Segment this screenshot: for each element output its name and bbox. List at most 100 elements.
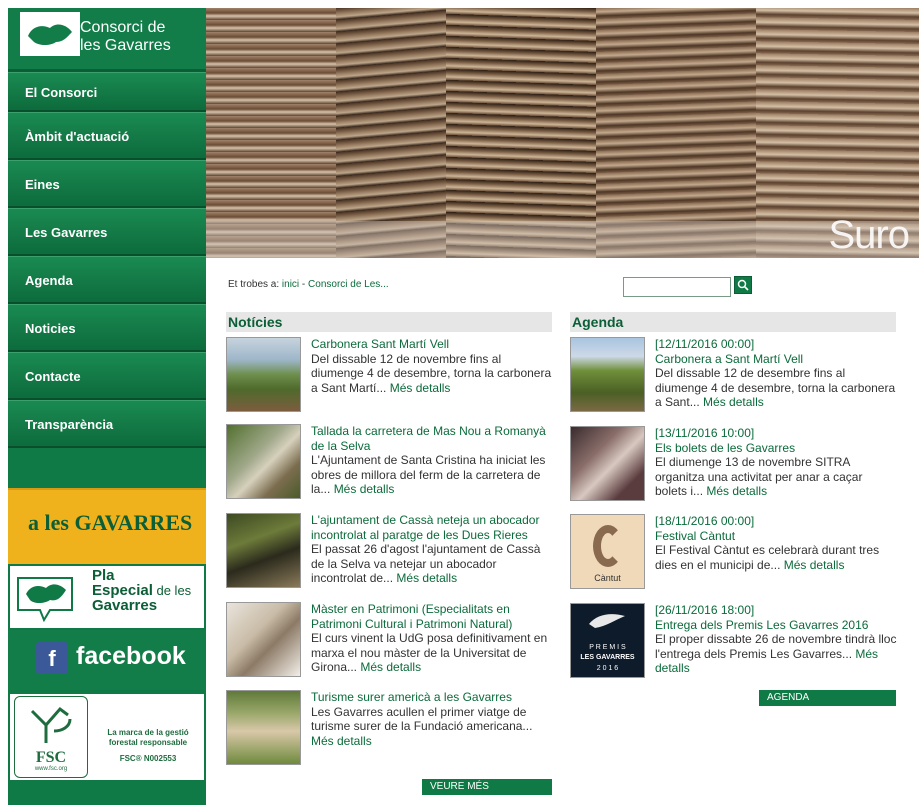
fsc-code: FSC® N002553 [119,754,177,763]
breadcrumb-separator: - [299,279,309,290]
nav-eines[interactable]: Eines [8,160,206,208]
banner-a-les-gavarres[interactable]: a les GAVARRES [8,488,206,564]
news-more-link[interactable]: Més detalls [311,734,372,748]
news-title[interactable]: Màster en Patrimoni (Especialitats en Pa… [311,602,553,631]
news-item: Turisme surer americà a les Gavarres Les… [226,690,552,770]
agenda-more-link[interactable]: Més detalls [784,558,845,572]
search-input[interactable] [623,277,731,297]
more-news-button[interactable]: VEURE MÉS NOTÍCIES → [422,779,552,805]
news-thumbnail[interactable] [226,424,301,499]
pla-line2: Especial de les [92,583,191,598]
news-title[interactable]: Tallada la carretera de Mas Nou a Romany… [311,424,553,453]
arrow-right-icon: → [842,708,853,719]
news-text: Carbonera Sant Martí Vell Del dissable 1… [311,337,553,395]
agenda-text: [13/11/2016 10:00] Els bolets de les Gav… [655,426,897,499]
fsc-text: FSC [35,749,67,766]
facebook-label: facebook [76,642,186,670]
agenda-date: [12/11/2016 00:00] [655,337,755,351]
hero-image: Suro [206,8,919,258]
news-text: Màster en Patrimoni (Especialitats en Pa… [311,602,553,675]
news-text: Tallada la carretera de Mas Nou a Romany… [311,424,553,497]
news-text: L'ajuntament de Cassà neteja un abocador… [311,513,553,586]
nav-contacte[interactable]: Contacte [8,352,206,400]
facebook-icon: f [36,642,68,674]
banner-facebook[interactable]: f facebook [8,630,206,690]
agenda-date: [26/11/2016 18:00] [655,603,755,617]
nav-les-gavarres[interactable]: Les Gavarres [8,208,206,256]
hero-strip [206,221,919,258]
news-thumbnail[interactable] [226,513,301,588]
agenda-thumbnail[interactable]: Càntut [570,514,645,589]
agenda-thumbnail[interactable] [570,426,645,501]
premis-line3: 2 0 1 6 [596,665,619,672]
news-body: Les Gavarres acullen el primer viatge de… [311,704,533,734]
pla-line2b: de les [152,583,192,598]
agenda-title[interactable]: Festival Càntut [655,529,897,544]
nav-el-consorci[interactable]: El Consorci [8,72,206,112]
nav-agenda[interactable]: Agenda [8,256,206,304]
breadcrumb-current[interactable]: Consorci de Les... [308,279,389,290]
news-more-link[interactable]: Més detalls [334,482,395,496]
agenda-title[interactable]: Els bolets de les Gavarres [655,441,897,456]
nav-noticies[interactable]: Noticies [8,304,206,352]
banner-fsc[interactable]: FSC www.fsc.org La marca de la gestió fo… [8,690,206,782]
premis-line2: LES GAVARRES [580,654,635,661]
agenda-text: [12/11/2016 00:00] Carbonera a Sant Mart… [655,337,897,410]
hero-label: Suro [828,213,910,257]
agenda-item: [13/11/2016 10:00] Els bolets de les Gav… [570,426,896,506]
breadcrumb: Et trobes a: inici - Consorci de Les... [228,279,389,290]
site-title: Consorci de les Gavarres [80,19,171,55]
banner-pla-especial[interactable]: Pla Especial de les Gavarres [8,564,206,630]
cantut-c-mark [593,525,623,567]
pla-line1: Pla [92,567,115,584]
fsc-logo: FSC www.fsc.org [14,696,88,778]
fsc-url: www.fsc.org [34,766,68,772]
nav-transparencia[interactable]: Transparència [8,400,206,448]
agenda-heading: Agenda [570,312,896,332]
agenda-item: P R E M I S LES GAVARRES 2 0 1 6 [26/11/… [570,603,896,683]
agenda-text: [18/11/2016 00:00] Festival Càntut El Fe… [655,514,897,572]
agenda-body: Del dissable 12 de desembre fins al dium… [655,366,896,409]
agenda-thumbnail[interactable] [570,337,645,412]
breadcrumb-home[interactable]: inici [282,279,299,290]
fsc-tree-icon [30,706,72,743]
news-thumbnail[interactable] [226,690,301,765]
news-title[interactable]: Turisme surer americà a les Gavarres [311,690,553,705]
search-icon [737,279,749,291]
agenda-more-link[interactable]: Més detalls [706,484,767,498]
nav-ambit-actuacio[interactable]: Àmbit d'actuació [8,112,206,160]
site-logo[interactable]: Consorci de les Gavarres [8,8,206,72]
fsc-tagline: La marca de la gestió forestal responsab… [107,728,189,747]
news-title[interactable]: L'ajuntament de Cassà neteja un abocador… [311,513,553,542]
site-title-line1: Consorci de [80,19,166,36]
pla-line3: Gavarres [92,597,158,614]
agenda-date: [13/11/2016 10:00] [655,426,755,440]
agenda-date: [18/11/2016 00:00] [655,514,755,528]
news-item: Carbonera Sant Martí Vell Del dissable 1… [226,337,552,417]
news-thumbnail[interactable] [226,337,301,412]
news-more-link[interactable]: Més detalls [390,381,451,395]
pla-map-icon [17,577,73,622]
agenda-thumbnail[interactable]: P R E M I S LES GAVARRES 2 0 1 6 [570,603,645,678]
premis-bird-icon [589,614,625,628]
premis-line1: P R E M I S [589,644,626,651]
arrow-right-icon: → [487,797,498,805]
news-body: El curs vinent la UdG posa definitivamen… [311,631,548,674]
banner-gavarres-label: a les GAVARRES [28,510,193,535]
gavarres-map-icon [20,12,80,56]
news-more-link[interactable]: Més detalls [396,571,457,585]
news-heading: Notícies [226,312,552,332]
agenda-more-link[interactable]: Més detalls [703,395,764,409]
news-title[interactable]: Carbonera Sant Martí Vell [311,337,553,352]
news-more-link[interactable]: Més detalls [360,660,421,674]
site-title-line2: les Gavarres [80,37,171,54]
more-agenda-button[interactable]: AGENDA D'ACTIVITATS → [759,690,896,719]
breadcrumb-prefix: Et trobes a: [228,279,280,290]
agenda-item: [12/11/2016 00:00] Carbonera a Sant Mart… [570,337,896,417]
news-thumbnail[interactable] [226,602,301,677]
agenda-title[interactable]: Entrega dels Premis Les Gavarres 2016 [655,618,897,633]
search-button[interactable] [734,276,752,294]
agenda-title[interactable]: Carbonera a Sant Martí Vell [655,352,897,367]
agenda-item: Càntut [18/11/2016 00:00] Festival Càntu… [570,514,896,594]
more-agenda-label: AGENDA D'ACTIVITATS [767,692,833,719]
